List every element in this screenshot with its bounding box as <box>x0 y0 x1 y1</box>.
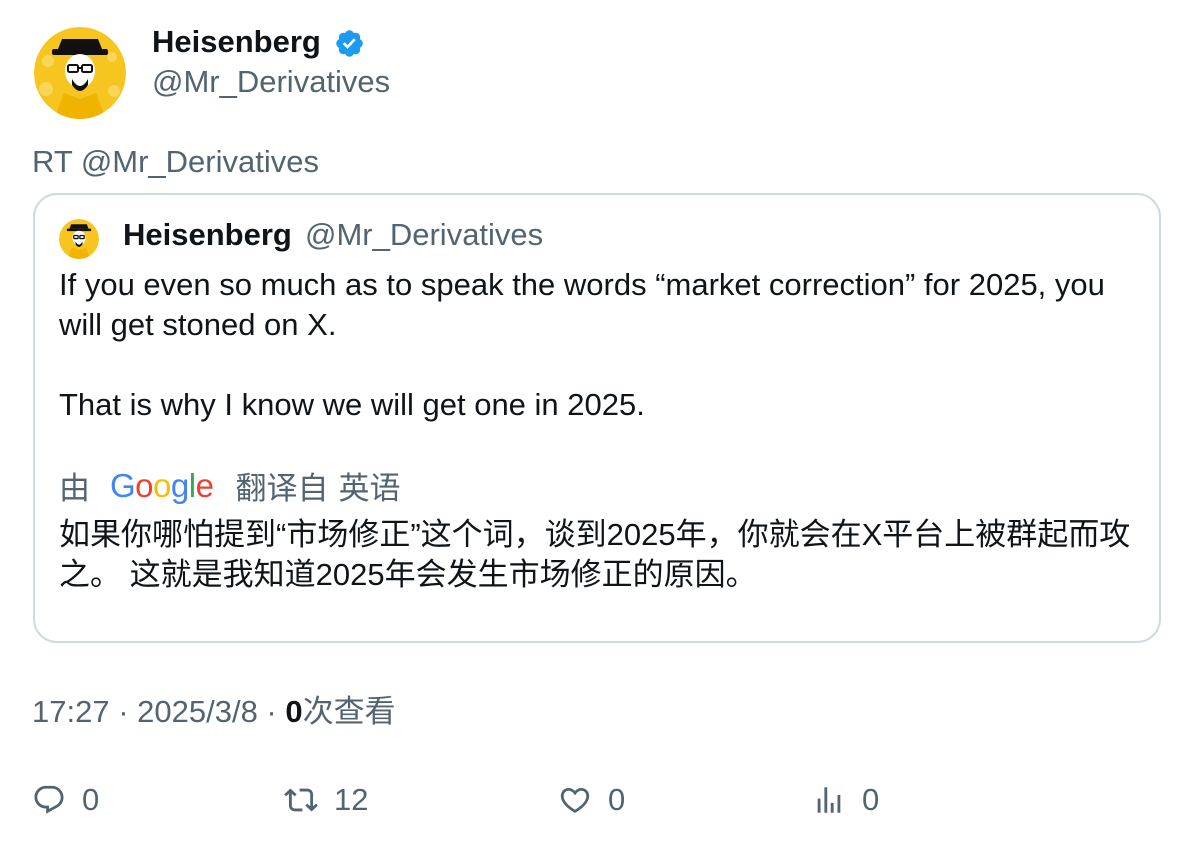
meta-separator: · <box>257 694 286 729</box>
translate-source-language: 英语 <box>338 470 401 506</box>
author-name[interactable]: Heisenberg <box>152 22 321 62</box>
heisenberg-avatar-icon <box>34 27 126 119</box>
quoted-text-paragraph-2: That is why I know we will get one in 20… <box>59 387 645 422</box>
analytics-count: 0 <box>862 782 880 817</box>
like-icon <box>560 787 590 813</box>
translation-attribution[interactable]: 由 Google 翻译自 英语 <box>59 465 401 506</box>
retweet-line: RT @Mr_Derivatives <box>32 144 319 179</box>
views-button[interactable]: 0 <box>812 780 879 820</box>
quoted-tweet-card[interactable]: Heisenberg @Mr_Derivatives If you even s… <box>33 193 1161 643</box>
google-logo: Google <box>110 467 214 504</box>
reply-icon <box>34 785 64 814</box>
like-count: 0 <box>608 782 626 817</box>
quoted-text-paragraph-1: If you even so much as to speak the word… <box>59 267 1105 342</box>
quoted-tweet-text: If you even so much as to speak the word… <box>59 265 1149 425</box>
translate-prefix: 由 <box>59 470 90 506</box>
retweet-count: 12 <box>334 782 369 817</box>
quoted-author-handle: @Mr_Derivatives <box>305 217 544 252</box>
views-count: 0 <box>285 694 303 729</box>
retweet-button[interactable]: 12 <box>284 780 368 820</box>
analytics-icon <box>817 787 841 813</box>
quoted-author-avatar[interactable] <box>59 219 99 259</box>
tweet-page: Heisenberg @Mr_Derivatives RT @Mr_Deriva… <box>0 0 1196 846</box>
verified-badge-icon <box>336 30 363 57</box>
author-avatar[interactable] <box>34 27 126 119</box>
author-handle[interactable]: @Mr_Derivatives <box>152 62 390 102</box>
translate-suffix-from: 翻译自 <box>235 470 329 506</box>
reply-count: 0 <box>82 782 100 817</box>
translated-text: 如果你哪怕提到“市场修正”这个词，谈到2025年，你就会在X平台上被群起而攻之。… <box>59 517 1131 592</box>
like-button[interactable]: 0 <box>558 780 625 820</box>
tweet-meta: 17:27 · 2025/3/8 · 0次查看 <box>32 692 396 732</box>
tweet-time[interactable]: 17:27 <box>32 694 110 729</box>
retweet-icon <box>284 788 318 812</box>
reply-button[interactable]: 0 <box>32 780 99 820</box>
quoted-author-name: Heisenberg <box>123 217 292 252</box>
meta-separator: · <box>109 694 138 729</box>
views-label: 次查看 <box>302 694 396 729</box>
heisenberg-avatar-icon <box>59 219 99 259</box>
tweet-date[interactable]: 2025/3/8 <box>137 694 258 729</box>
